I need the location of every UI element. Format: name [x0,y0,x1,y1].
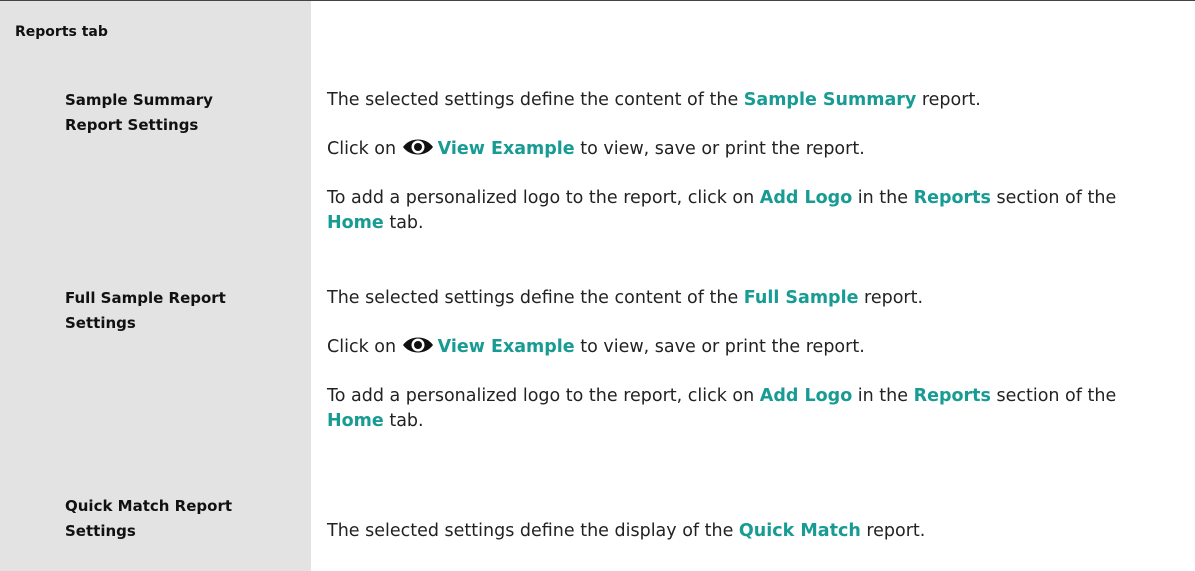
text: To add a personalized logo to the report… [327,188,760,208]
row-label-sample-summary: Sample Summary Report Settings [65,88,295,138]
section-heading: Reports tab [15,24,108,40]
full-sample-view-example: Click on View Example to view, save or p… [327,334,1172,364]
text: report. [860,521,926,541]
text: The selected settings define the content… [327,288,744,308]
full-sample-description: The selected settings define the content… [327,286,1172,311]
sample-summary-logo-instruction: To add a personalized logo to the report… [327,186,1172,236]
ui-term: Reports [913,386,991,406]
row-label-full-sample: Full Sample Report Settings [65,286,295,336]
text: The selected settings define the display… [327,521,739,541]
full-sample-logo-instruction: To add a personalized logo to the report… [327,384,1172,434]
text: tab. [383,213,424,233]
view-example-link: View Example [437,139,575,159]
text: Click on [327,337,402,357]
quick-match-description: The selected settings define the display… [327,519,1172,544]
ui-term: Home [327,213,384,233]
text: tab. [383,411,424,431]
row-label-line: Settings [65,522,136,540]
ui-term: Add Logo [759,386,853,406]
row-label-line: Report Settings [65,116,199,134]
text: Click on [327,139,402,159]
text: in the [852,386,914,406]
text: to view, save or print the report. [574,337,865,357]
row-label-line: Settings [65,314,136,332]
text: To add a personalized logo to the report… [327,386,760,406]
eye-icon [402,136,434,166]
text: in the [852,188,914,208]
text: section of the [990,386,1117,406]
ui-term: Quick Match [738,521,861,541]
ui-term: Full Sample [743,288,859,308]
ui-term: Home [327,411,384,431]
row-label-line: Full Sample Report [65,289,226,307]
eye-icon [402,334,434,364]
text: The selected settings define the content… [327,90,744,110]
sample-summary-description: The selected settings define the content… [327,88,1172,113]
ui-term: Sample Summary [743,90,917,110]
text: to view, save or print the report. [574,139,865,159]
text: section of the [990,188,1117,208]
view-example-link: View Example [437,337,575,357]
sample-summary-view-example: Click on View Example to view, save or p… [327,136,1172,166]
ui-term: Reports [913,188,991,208]
row-label-quick-match: Quick Match Report Settings [65,494,295,544]
text: report. [916,90,981,110]
text: report. [858,288,924,308]
row-label-line: Quick Match Report [65,497,233,515]
ui-term: Add Logo [759,188,853,208]
row-label-line: Sample Summary [65,91,213,109]
